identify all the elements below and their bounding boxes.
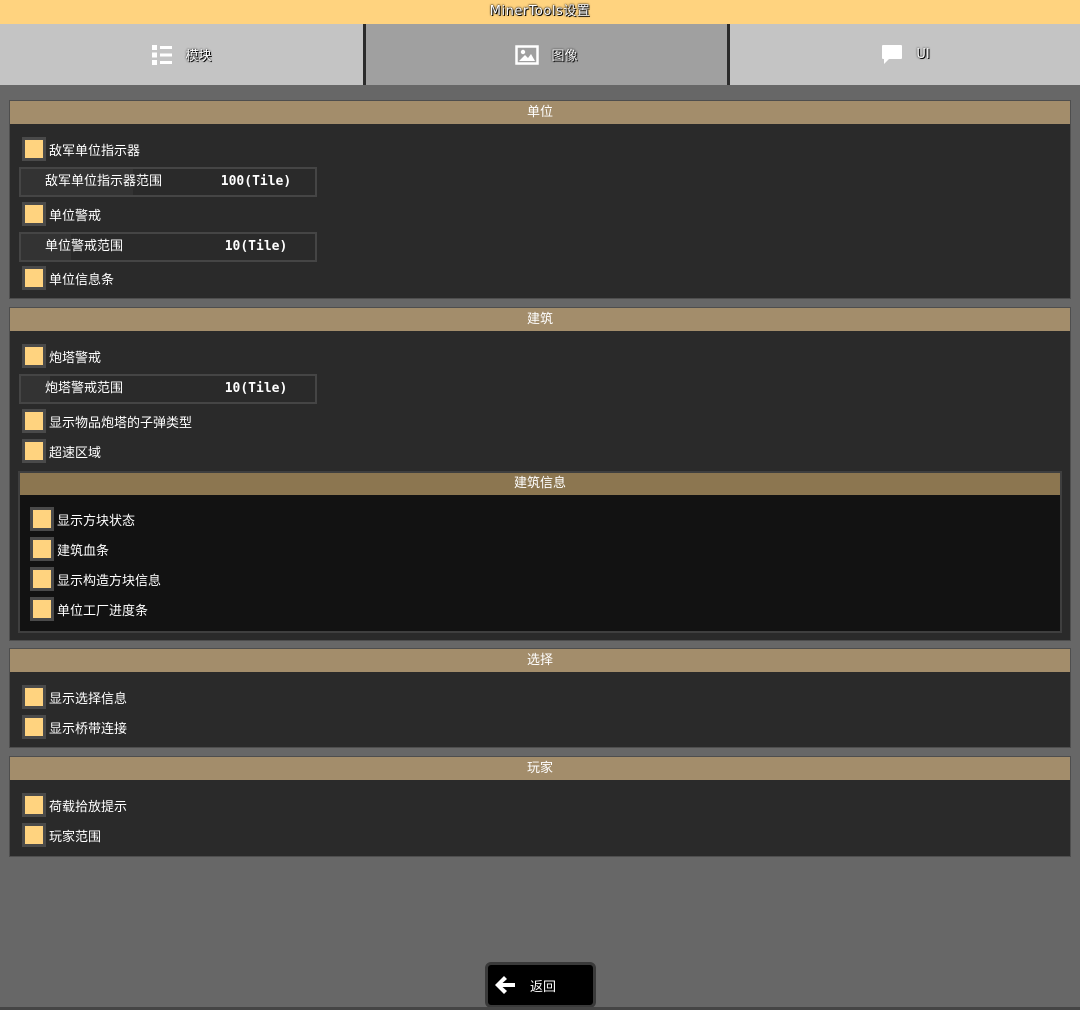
slider-label: 炮塔警戒范围 — [45, 381, 124, 396]
checkbox[interactable] — [30, 567, 54, 591]
checkbox[interactable] — [22, 202, 46, 226]
player-range-toggle[interactable]: 玩家范围 — [22, 823, 101, 847]
unit-info-bar-toggle[interactable]: 单位信息条 — [22, 266, 114, 290]
checkbox[interactable] — [22, 685, 46, 709]
settings-scroll-area[interactable]: 单位 敌军单位指示器 敌军单位指示器范围 100(Tile) 单位警戒 单位警戒… — [0, 85, 1080, 1007]
arrow-left-icon — [494, 975, 516, 995]
block-status-toggle[interactable]: 显示方块状态 — [30, 507, 135, 531]
back-button[interactable]: 返回 — [485, 962, 596, 1008]
image-icon — [515, 44, 540, 65]
units-section-header: 单位 — [10, 101, 1070, 124]
window-title: MinerTools设置 — [0, 0, 1080, 24]
checkbox[interactable] — [22, 823, 46, 847]
unit-alert-range-slider[interactable]: 单位警戒范围 10(Tile) — [19, 232, 317, 262]
construct-info-toggle[interactable]: 显示构造方块信息 — [30, 567, 161, 591]
enemy-indicator-toggle[interactable]: 敌军单位指示器 — [22, 137, 140, 161]
checkbox[interactable] — [22, 266, 46, 290]
turret-alert-range-slider[interactable]: 炮塔警戒范围 10(Tile) — [19, 374, 317, 404]
tab-graphics[interactable]: 图像 — [366, 24, 727, 85]
slider-value: 10(Tile) — [224, 239, 288, 254]
checkbox[interactable] — [30, 537, 54, 561]
checkbox[interactable] — [22, 137, 46, 161]
slider-label: 单位警戒范围 — [45, 239, 124, 254]
buildings-section-header: 建筑 — [10, 308, 1070, 331]
checkbox[interactable] — [22, 439, 46, 463]
checkbox[interactable] — [22, 409, 46, 433]
checkbox[interactable] — [30, 597, 54, 621]
checkbox[interactable] — [22, 793, 46, 817]
units-section: 单位 敌军单位指示器 敌军单位指示器范围 100(Tile) 单位警戒 单位警戒… — [9, 100, 1071, 299]
bridge-links-toggle[interactable]: 显示桥带连接 — [22, 715, 127, 739]
slider-label: 敌军单位指示器范围 — [45, 174, 163, 189]
tab-ui[interactable]: UI — [730, 24, 1080, 85]
select-section: 选择 显示选择信息 显示桥带连接 — [9, 648, 1071, 748]
building-health-bar-toggle[interactable]: 建筑血条 — [30, 537, 109, 561]
tab-graphics-label: 图像 — [551, 49, 578, 64]
payload-hint-toggle[interactable]: 荷载拾放提示 — [22, 793, 127, 817]
tab-modules-label: 模块 — [185, 49, 212, 64]
turret-alert-toggle[interactable]: 炮塔警戒 — [22, 344, 101, 368]
tab-modules[interactable]: 模块 — [0, 24, 363, 85]
player-section-header: 玩家 — [10, 757, 1070, 780]
tab-ui-label: UI — [916, 47, 930, 62]
slider-value: 10(Tile) — [224, 381, 288, 396]
player-section: 玩家 荷载拾放提示 玩家范围 — [9, 756, 1071, 857]
chat-icon — [880, 43, 904, 67]
item-turret-ammo-toggle[interactable]: 显示物品炮塔的子弹类型 — [22, 409, 192, 433]
checkbox[interactable] — [30, 507, 54, 531]
select-info-toggle[interactable]: 显示选择信息 — [22, 685, 127, 709]
overdrive-zone-toggle[interactable]: 超速区域 — [22, 439, 101, 463]
factory-progress-toggle[interactable]: 单位工厂进度条 — [30, 597, 148, 621]
checkbox[interactable] — [22, 344, 46, 368]
buildings-section: 建筑 炮塔警戒 炮塔警戒范围 10(Tile) 显示物品炮塔的子弹类型 超速区域… — [9, 307, 1071, 641]
back-button-label: 返回 — [530, 979, 557, 995]
checkbox[interactable] — [22, 715, 46, 739]
list-icon — [151, 44, 173, 66]
enemy-indicator-range-slider[interactable]: 敌军单位指示器范围 100(Tile) — [19, 167, 317, 197]
building-info-header: 建筑信息 — [20, 473, 1060, 495]
building-info-subsection: 建筑信息 显示方块状态 建筑血条 显示构造方块信息 单位工厂进度条 — [18, 471, 1062, 633]
slider-value: 100(Tile) — [220, 174, 292, 189]
unit-alert-toggle[interactable]: 单位警戒 — [22, 202, 101, 226]
tab-bar: 模块 图像 UI — [0, 24, 1080, 85]
select-section-header: 选择 — [10, 649, 1070, 672]
